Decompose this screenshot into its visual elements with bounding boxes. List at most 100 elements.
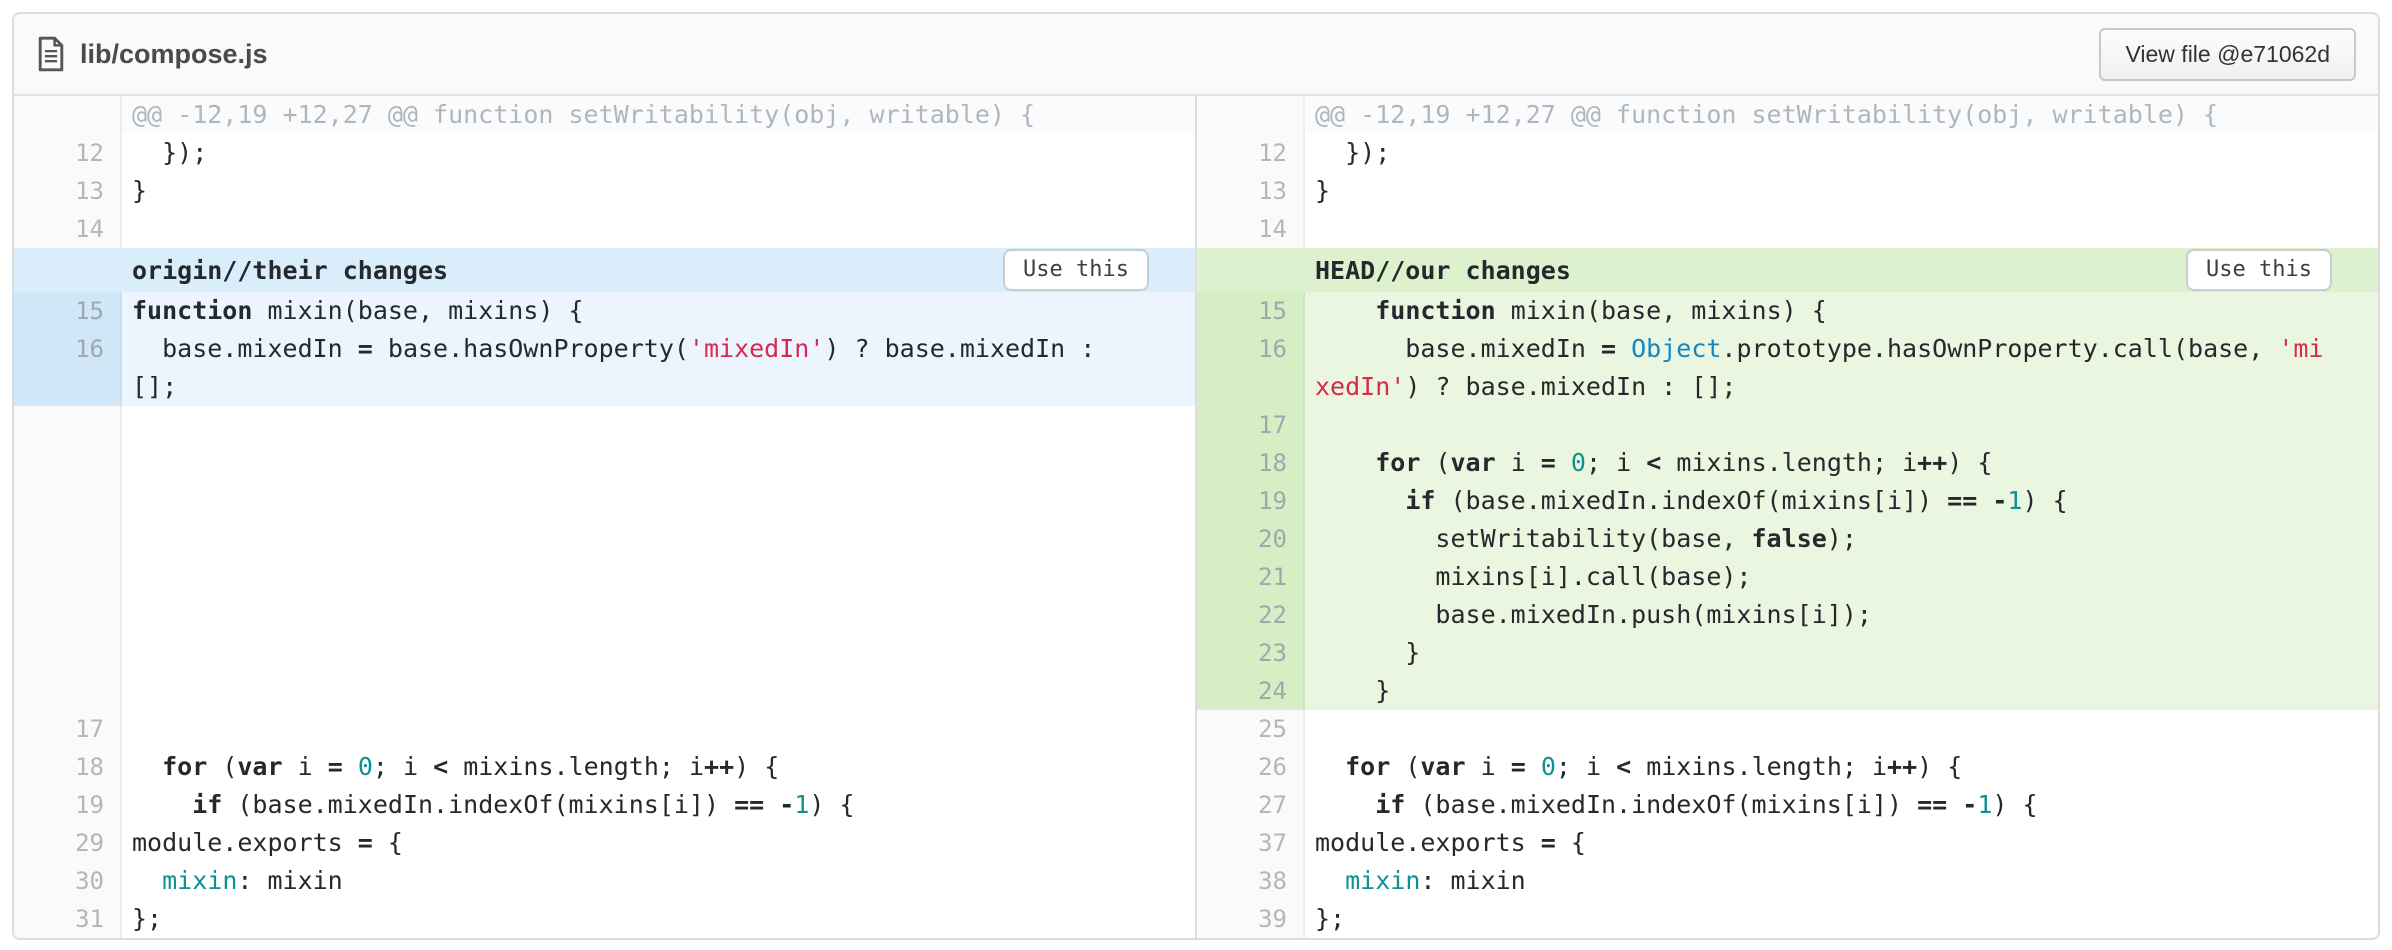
code-display-line: }; [132,900,1195,938]
code-display-line: function mixin(base, mixins) { [1315,292,2378,330]
code-display-line: } [1315,634,2378,672]
code-display-line: } [1315,172,2378,210]
line-number: 24 [1197,672,1305,710]
code-display-line: }); [132,134,1195,172]
code-content: }); [1305,134,2378,172]
code-display-line [1315,710,2378,748]
line-number-gutter [1197,96,1305,134]
code-line: 18 for (var i = 0; i < mixins.length; i+… [1197,444,2378,482]
code-display-line: []; [132,368,1195,406]
code-display-line: base.mixedIn.push(mixins[i]); [1315,596,2378,634]
code-display-line [132,710,1195,748]
line-number: 18 [14,748,122,786]
code-content: if (base.mixedIn.indexOf(mixins[i]) == -… [1305,786,2378,824]
line-number: 38 [1197,862,1305,900]
use-this-button-right[interactable]: Use this [2186,249,2332,291]
right-pane-our-changes: @@ -12,19 +12,27 @@ function setWritabil… [1195,96,2378,938]
code-content: base.mixedIn.push(mixins[i]); [1305,596,2378,634]
code-display-line: } [132,172,1195,210]
use-this-button-left[interactable]: Use this [1003,249,1149,291]
code-line: 20 setWritability(base, false); [1197,520,2378,558]
conflict-source-label: origin//their changes [132,256,448,285]
code-line: 19 if (base.mixedIn.indexOf(mixins[i]) =… [1197,482,2378,520]
line-number: 39 [1197,900,1305,938]
line-number: 18 [1197,444,1305,482]
code-line: 15function mixin(base, mixins) { [14,292,1195,330]
filler-space [122,406,1195,710]
code-display-line: for (var i = 0; i < mixins.length; i++) … [1315,444,2378,482]
hunk-header-text: @@ -12,19 +12,27 @@ function setWritabil… [122,96,1195,134]
code-line: 18 for (var i = 0; i < mixins.length; i+… [14,748,1195,786]
code-content: for (var i = 0; i < mixins.length; i++) … [1305,748,2378,786]
file-header: lib/compose.js View file @e71062d [14,14,2378,96]
code-line: 13} [1197,172,2378,210]
split-diff: @@ -12,19 +12,27 @@ function setWritabil… [14,96,2378,938]
line-number: 13 [1197,172,1305,210]
code-content: }; [1305,900,2378,938]
line-number: 22 [1197,596,1305,634]
line-number: 14 [1197,210,1305,248]
code-line: 25 [1197,710,2378,748]
code-display-line: for (var i = 0; i < mixins.length; i++) … [132,748,1195,786]
code-content: if (base.mixedIn.indexOf(mixins[i]) == -… [1305,482,2378,520]
hunk-header-line: @@ -12,19 +12,27 @@ function setWritabil… [1315,96,2378,134]
code-line: 27 if (base.mixedIn.indexOf(mixins[i]) =… [1197,786,2378,824]
code-line: 29module.exports = { [14,824,1195,862]
code-line: 19 if (base.mixedIn.indexOf(mixins[i]) =… [14,786,1195,824]
conflict-source-label: HEAD//our changes [1315,256,1571,285]
file-icon [36,36,66,72]
code-line: 14 [14,210,1195,248]
code-display-line: base.mixedIn = base.hasOwnProperty('mixe… [132,330,1195,368]
code-content: for (var i = 0; i < mixins.length; i++) … [1305,444,2378,482]
code-content: } [1305,172,2378,210]
line-number: 17 [14,710,122,748]
hunk-header-line: @@ -12,19 +12,27 @@ function setWritabil… [132,96,1195,134]
code-content: mixin: mixin [122,862,1195,900]
code-content [1305,210,2378,248]
code-line: 30 mixin: mixin [14,862,1195,900]
view-file-button[interactable]: View file @e71062d [2099,28,2356,81]
code-display-line [1315,406,2378,444]
code-display-line [132,210,1195,248]
line-number: 16 [1197,330,1305,406]
line-number: 14 [14,210,122,248]
line-number: 23 [1197,634,1305,672]
code-content: }); [122,134,1195,172]
line-number-gutter [14,406,122,710]
code-content: base.mixedIn = Object.prototype.hasOwnPr… [1305,330,2378,406]
code-display-line: if (base.mixedIn.indexOf(mixins[i]) == -… [132,786,1195,824]
code-content: function mixin(base, mixins) { [1305,292,2378,330]
line-number: 31 [14,900,122,938]
code-line: 16 base.mixedIn = base.hasOwnProperty('m… [14,330,1195,406]
code-line: 31}; [14,900,1195,938]
code-line: 23 } [1197,634,2378,672]
code-line: 38 mixin: mixin [1197,862,2378,900]
code-line: 37module.exports = { [1197,824,2378,862]
code-line: 16 base.mixedIn = Object.prototype.hasOw… [1197,330,2378,406]
line-number: 37 [1197,824,1305,862]
left-pane-their-changes: @@ -12,19 +12,27 @@ function setWritabil… [14,96,1195,938]
line-number: 15 [14,292,122,330]
line-number: 19 [1197,482,1305,520]
code-display-line: }; [1315,900,2378,938]
code-display-line: xedIn') ? base.mixedIn : []; [1315,368,2378,406]
code-display-line: for (var i = 0; i < mixins.length; i++) … [1315,748,2378,786]
code-display-line: if (base.mixedIn.indexOf(mixins[i]) == -… [1315,786,2378,824]
code-display-line: mixins[i].call(base); [1315,558,2378,596]
hunk-header-row: @@ -12,19 +12,27 @@ function setWritabil… [1197,96,2378,134]
line-number: 21 [1197,558,1305,596]
code-display-line: base.mixedIn = Object.prototype.hasOwnPr… [1315,330,2378,368]
conflict-header-row-their: origin//their changes Use this [14,248,1195,292]
code-content: } [1305,634,2378,672]
code-line: 22 base.mixedIn.push(mixins[i]); [1197,596,2378,634]
code-line: 17 [1197,406,2378,444]
line-number-gutter [14,96,122,134]
line-number: 12 [1197,134,1305,172]
conflict-header-row-our: HEAD//our changes Use this [1197,248,2378,292]
file-name: lib/compose.js [80,39,268,70]
code-content: base.mixedIn = base.hasOwnProperty('mixe… [122,330,1195,406]
alignment-filler [14,406,1195,710]
code-line: 17 [14,710,1195,748]
line-number: 15 [1197,292,1305,330]
code-content: } [1305,672,2378,710]
